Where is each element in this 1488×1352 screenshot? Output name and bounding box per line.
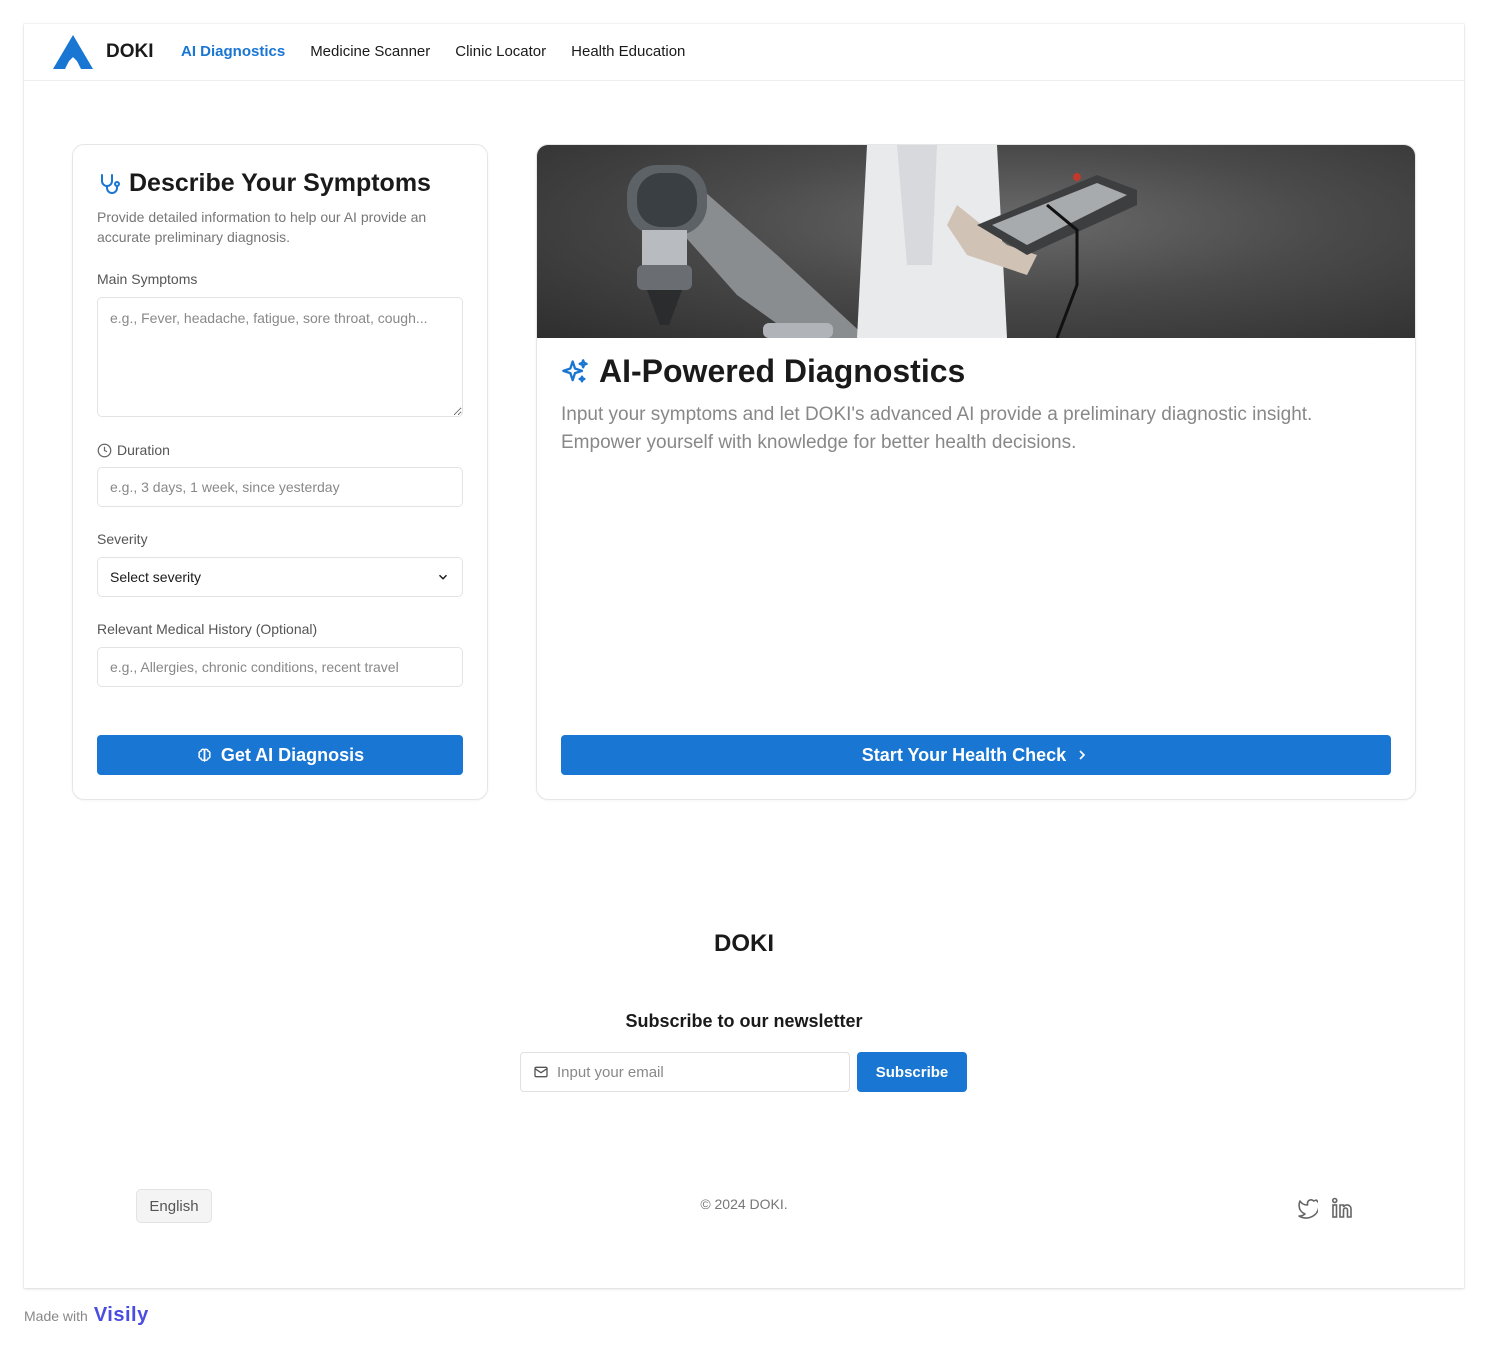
mail-icon <box>534 1066 548 1078</box>
info-description: Input your symptoms and let DOKI's advan… <box>561 404 1313 453</box>
doki-logo-icon[interactable] <box>51 33 95 71</box>
start-health-check-button[interactable]: Start Your Health Check <box>561 735 1391 775</box>
severity-selected-value: Select severity <box>110 569 202 585</box>
severity-label-text: Severity <box>97 531 148 547</box>
newsletter-title: Subscribe to our newsletter <box>625 1011 863 1031</box>
severity-label: Severity <box>97 531 148 547</box>
info-title-row: AI-Powered Diagnostics <box>561 353 965 390</box>
form-title: Describe Your Symptoms <box>129 169 431 197</box>
subscribe-button[interactable]: Subscribe <box>857 1052 967 1092</box>
visily-logo: Visily <box>93 1304 149 1326</box>
newsletter-email-input[interactable] <box>557 1063 837 1081</box>
main-nav: AI Diagnostics Medicine Scanner Clinic L… <box>181 43 685 60</box>
brain-icon <box>198 748 211 762</box>
info-title: AI-Powered Diagnostics <box>599 353 966 389</box>
linkedin-icon[interactable] <box>1330 1196 1354 1220</box>
duration-label: Duration <box>97 442 170 458</box>
top-navbar: DOKI AI Diagnostics Medicine Scanner Cli… <box>24 24 1464 81</box>
footer-brand: DOKI <box>714 930 774 957</box>
medical-history-input[interactable] <box>97 647 463 687</box>
form-description: Provide detailed information to help our… <box>97 209 427 245</box>
form-title-row: Describe Your Symptoms <box>97 169 431 198</box>
nav-medicine-scanner[interactable]: Medicine Scanner <box>310 43 430 60</box>
made-with-badge[interactable]: Made with Visily <box>24 1304 149 1327</box>
chevron-down-icon <box>438 574 448 580</box>
symptom-form-card: Describe Your Symptoms Provide detailed … <box>72 144 488 800</box>
nav-health-education[interactable]: Health Education <box>571 43 685 60</box>
page-frame: DOKI AI Diagnostics Medicine Scanner Cli… <box>24 24 1464 1288</box>
email-field-wrapper <box>520 1052 850 1092</box>
start-health-check-label: Start Your Health Check <box>861 744 1067 765</box>
made-with-text: Made with <box>24 1307 88 1324</box>
get-ai-diagnosis-button[interactable]: Get AI Diagnosis <box>97 735 463 775</box>
main-symptoms-label: Main Symptoms <box>97 271 197 287</box>
history-label-text: Relevant Medical History (Optional) <box>97 621 318 637</box>
chevron-right-icon <box>1079 750 1086 760</box>
ai-info-card: AI-Powered Diagnostics Input your sympto… <box>536 144 1416 800</box>
history-label: Relevant Medical History (Optional) <box>97 621 317 637</box>
main-symptoms-input[interactable] <box>97 297 463 417</box>
hero-image <box>537 145 1415 338</box>
nav-clinic-locator[interactable]: Clinic Locator <box>455 43 546 60</box>
get-ai-diagnosis-label: Get AI Diagnosis <box>220 744 365 765</box>
twitter-icon[interactable] <box>1294 1196 1318 1220</box>
severity-select[interactable]: Select severity <box>97 557 463 597</box>
brand-name[interactable]: DOKI <box>106 41 154 63</box>
sparkles-icon <box>562 358 588 382</box>
doctor-robot-illustration <box>627 145 1137 338</box>
duration-label-text: Duration <box>117 442 170 458</box>
clock-icon <box>97 443 112 457</box>
copyright: © 2024 DOKI. <box>700 1196 788 1212</box>
nav-ai-diagnostics[interactable]: AI Diagnostics <box>181 43 285 60</box>
stethoscope-icon <box>101 173 120 194</box>
main-symptoms-label-text: Main Symptoms <box>97 271 198 287</box>
duration-input[interactable] <box>97 467 463 507</box>
